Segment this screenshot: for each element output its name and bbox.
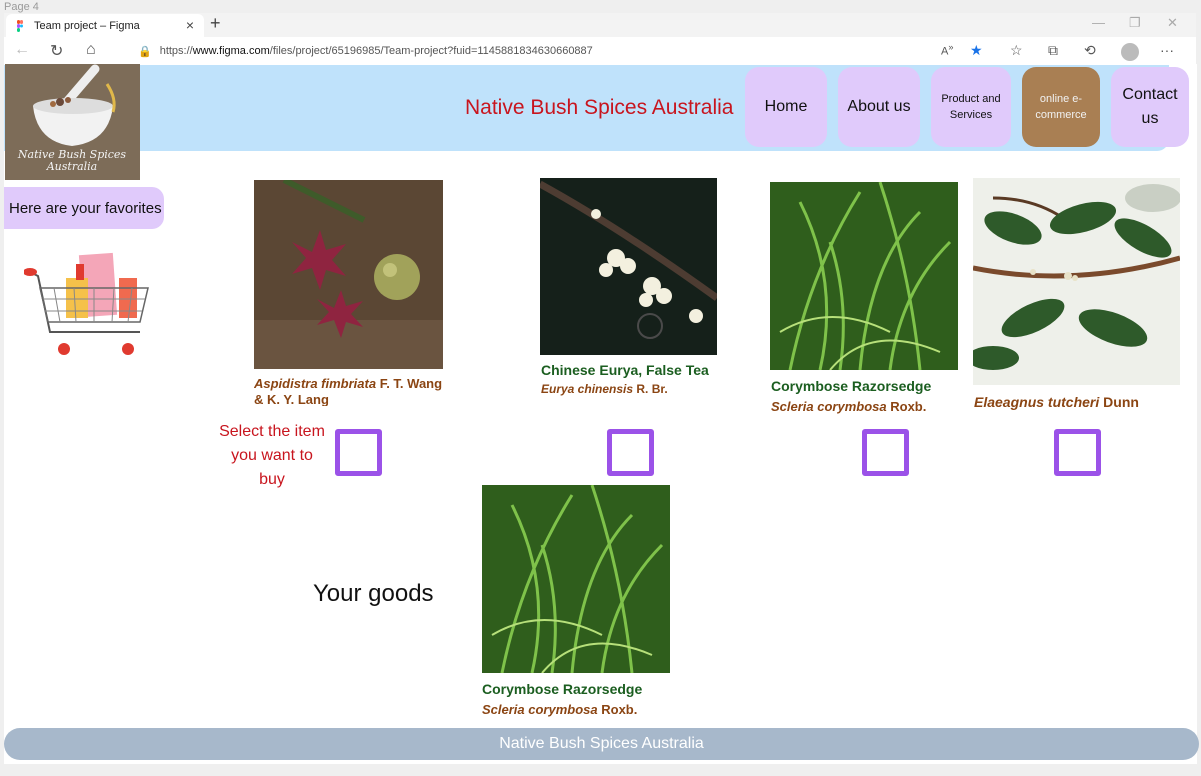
svg-text:Australia: Australia: [46, 160, 98, 173]
product-1-checkbox[interactable]: [335, 429, 382, 476]
nav-about-button[interactable]: About us: [838, 67, 920, 147]
history-icon[interactable]: ⟲: [1084, 42, 1096, 59]
refresh-icon[interactable]: ↻: [50, 41, 63, 61]
product-image-elaeagnus[interactable]: [973, 178, 1180, 385]
your-goods-label: Your goods: [313, 580, 434, 607]
browser-tab-bar: Team project – Figma × + — ❐ ✕: [4, 13, 1196, 37]
product-image-scleria[interactable]: [770, 182, 958, 370]
product-3-scientific-name: Scleria corymbosa Roxb.: [771, 399, 927, 414]
figma-canvas: Native Bush Spices Australia Native Bush…: [4, 64, 1199, 764]
browser-tab[interactable]: Team project – Figma ×: [6, 14, 204, 37]
read-aloud-icon[interactable]: A»: [941, 42, 953, 58]
mortar-pestle-icon: Native Bush Spices Australia: [5, 64, 140, 180]
profile-avatar-icon[interactable]: [1121, 43, 1139, 61]
minimize-icon[interactable]: —: [1092, 15, 1105, 30]
tab-title: Team project – Figma: [34, 19, 140, 32]
shopping-cart-icon[interactable]: [23, 236, 152, 358]
product-4-scientific-name: Elaeagnus tutcheri Dunn: [974, 394, 1139, 410]
address-bar: ← ↻ ⌂ 🔒 https://www.figma.com/files/proj…: [4, 37, 1196, 67]
cart-item-image-scleria[interactable]: [482, 485, 670, 673]
home-icon[interactable]: ⌂: [86, 41, 96, 59]
product-image-aspidistra[interactable]: [254, 180, 443, 369]
restore-icon[interactable]: ❐: [1129, 15, 1141, 31]
product-3-checkbox[interactable]: [862, 429, 909, 476]
product-3-common-name: Corymbose Razorsedge: [771, 378, 932, 394]
url-prefix: https://: [159, 45, 193, 57]
product-image-eurya[interactable]: [540, 178, 717, 355]
select-item-note: Select the item you want to buy: [219, 423, 325, 488]
favorite-star-icon[interactable]: ★: [970, 42, 983, 59]
back-icon[interactable]: ←: [14, 41, 30, 59]
close-tab-icon[interactable]: ×: [186, 17, 194, 33]
collections-icon[interactable]: ⧉: [1048, 42, 1058, 59]
cart-item-common-name: Corymbose Razorsedge: [482, 681, 643, 697]
nav-products-button[interactable]: Product and Services: [931, 67, 1011, 147]
product-2-checkbox[interactable]: [607, 429, 654, 476]
page-label: Page 4: [4, 1, 39, 13]
favorites-icon[interactable]: ☆: [1010, 42, 1023, 59]
site-footer: Native Bush Spices Australia: [4, 728, 1199, 760]
nav-contact-button[interactable]: Contact us: [1111, 67, 1189, 147]
nav-home-button[interactable]: Home: [745, 67, 827, 147]
nav-ecommerce-button[interactable]: online e-commerce: [1022, 67, 1100, 147]
url-field[interactable]: 🔒 https://www.figma.com/files/project/65…: [124, 40, 994, 62]
site-title: Native Bush Spices Australia: [465, 96, 734, 119]
figma-icon: [17, 19, 23, 32]
cart-item-scientific-name: Scleria corymbosa Roxb.: [482, 702, 638, 717]
new-tab-icon[interactable]: +: [210, 13, 221, 34]
close-window-icon[interactable]: ✕: [1167, 15, 1178, 31]
product-1-scientific-name: Aspidistra fimbriata F. T. Wang & K. Y. …: [254, 376, 443, 406]
url-domain: www.figma.com: [192, 45, 270, 57]
more-icon[interactable]: ···: [1160, 42, 1174, 58]
favorites-label: Here are your favorites: [4, 187, 164, 229]
lock-icon: 🔒: [138, 45, 152, 58]
product-2-scientific-name: Eurya chinensis R. Br.: [541, 382, 668, 396]
product-4-checkbox[interactable]: [1054, 429, 1101, 476]
product-2-common-name: Chinese Eurya, False Tea: [541, 362, 709, 378]
logo[interactable]: Native Bush Spices Australia: [5, 64, 140, 180]
url-path: /files/project/65196985/Team-project?fui…: [269, 45, 593, 57]
